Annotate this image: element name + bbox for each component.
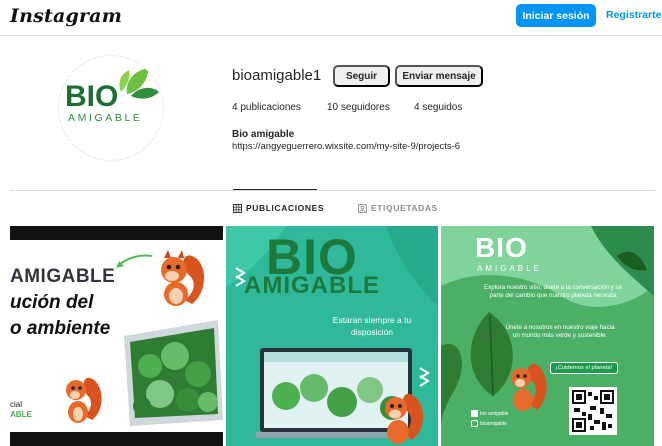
post3-social-2-label: bioamigable <box>480 421 507 427</box>
facebook-icon <box>471 410 478 418</box>
posts-count: 4 publicaciones <box>232 102 301 113</box>
squirrel-illustration <box>161 250 204 306</box>
chevrons-icon <box>235 267 246 287</box>
post3-paragraph1: Explora nuestro sitio, únete a la conver… <box>484 284 622 299</box>
avatar-word1: BIO <box>65 80 118 113</box>
send-message-button[interactable]: Enviar mensaje <box>395 65 483 87</box>
post3-cta-badge: ¡Cuidemos el planeta! <box>550 362 618 374</box>
chevrons-icon <box>419 367 430 387</box>
post-thumbnail-1[interactable]: AMIGABLE ución del o ambiente cial ABLE <box>10 226 223 446</box>
active-tab-indicator <box>233 189 317 190</box>
followers-count[interactable]: 10 seguidores <box>327 102 390 113</box>
leaf-icon <box>119 68 159 99</box>
post-thumbnail-2[interactable]: BIO AMIGABLE Estaran siempre a tu dispos… <box>226 226 438 446</box>
post1-line3: o ambiente <box>10 318 111 339</box>
arrow-icon <box>116 254 153 268</box>
post-bottom-bar <box>10 432 223 446</box>
instagram-icon <box>471 420 478 428</box>
post2-tagline: Estaran siempre a tu disposición <box>332 315 412 337</box>
post1-small-text: cial ABLE <box>10 400 32 420</box>
qr-code-icon <box>569 387 617 435</box>
post1-headline: AMIGABLE <box>10 266 116 287</box>
post2-amigable-title: AMIGABLE <box>244 272 380 299</box>
post-thumbnail-3[interactable]: BIO AMIGABLE Explora nuestro sitio, únet… <box>441 226 654 446</box>
squirrel-illustration-small <box>66 377 102 423</box>
grid-icon <box>233 203 242 213</box>
tab-posts[interactable]: PUBLICACIONES <box>233 203 324 213</box>
tab-tagged-label: ETIQUETADAS <box>371 203 438 213</box>
post3-social-1-label: bio amigable <box>480 411 509 417</box>
profile-username: bioamigable1 <box>232 67 322 84</box>
tab-posts-label: PUBLICACIONES <box>246 203 325 213</box>
post3-social-handles: bio amigable bioamigable <box>471 409 508 429</box>
post3-amigable-title: AMIGABLE <box>477 264 542 273</box>
profile-avatar[interactable]: BIO AMIGABLE <box>58 55 164 161</box>
post3-bio-title: BIO <box>475 232 528 263</box>
following-count[interactable]: 4 seguidos <box>414 102 462 113</box>
post3-social-1: bio amigable <box>471 409 508 419</box>
squirrel-illustration <box>511 363 547 411</box>
bio-amigable-logo: BIO AMIGABLE <box>65 68 159 124</box>
top-bar: Instagram Iniciar sesión Registrarte <box>0 0 662 36</box>
avatar-word2: AMIGABLE <box>68 112 142 124</box>
squirrel-illustration <box>385 393 424 444</box>
profile-full-name: Bio amigable <box>232 129 295 140</box>
post1-small-line2: ABLE <box>10 410 32 419</box>
login-button[interactable]: Iniciar sesión <box>516 4 596 27</box>
post1-line2: ución del <box>10 292 94 313</box>
post-top-bar <box>10 226 223 240</box>
tabs-divider <box>10 190 655 191</box>
instagram-logo[interactable]: Instagram <box>10 5 122 27</box>
signup-link[interactable]: Registrarte <box>606 9 661 21</box>
profile-website-link[interactable]: https://angyeguerrero.wixsite.com/my-sit… <box>232 141 460 152</box>
tag-person-icon <box>358 203 367 213</box>
post1-small-line1: cial <box>10 400 23 409</box>
tab-tagged[interactable]: ETIQUETADAS <box>358 203 438 213</box>
follow-button[interactable]: Seguir <box>333 65 390 87</box>
post3-social-2: bioamigable <box>471 419 508 429</box>
laptop-illustration <box>124 320 223 426</box>
